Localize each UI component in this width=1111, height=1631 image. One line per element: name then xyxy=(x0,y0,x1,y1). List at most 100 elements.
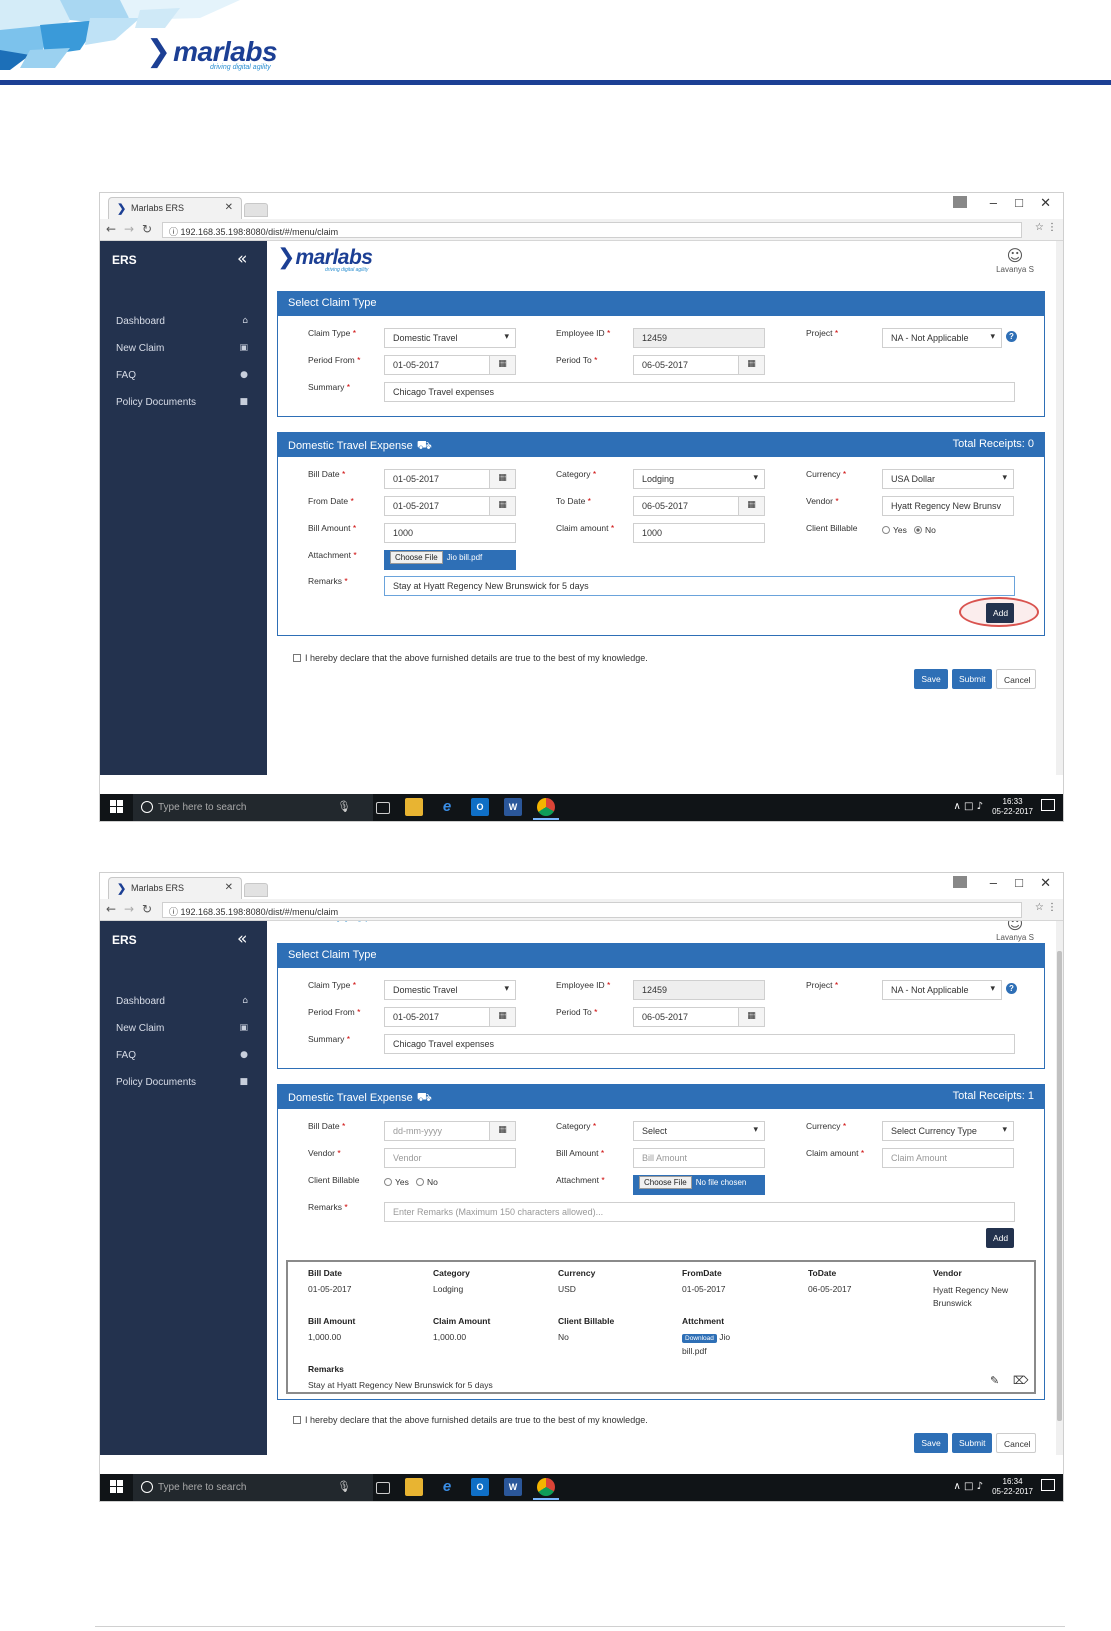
notifications-icon[interactable] xyxy=(1041,799,1055,811)
choose-file-button[interactable]: Choose File xyxy=(639,1176,692,1189)
delete-icon[interactable]: ⌦ xyxy=(1013,1374,1029,1387)
taskbar-search[interactable]: Type here to search 🎙 xyxy=(133,1474,373,1501)
sidebar-item-faq[interactable]: FAQ ● xyxy=(116,1050,256,1064)
claim-type-select[interactable]: Domestic Travel xyxy=(384,980,516,1000)
minimize-icon[interactable]: – xyxy=(990,875,997,890)
period-to-input[interactable]: 06-05-2017 xyxy=(633,1007,739,1027)
reload-icon[interactable]: ↻ xyxy=(142,902,152,916)
period-from-input[interactable]: 01-05-2017 xyxy=(384,355,490,375)
url-input[interactable]: ⓘ 192.168.35.198:8080/dist/#/menu/claim xyxy=(162,222,1022,238)
maximize-icon[interactable]: □ xyxy=(1015,195,1023,210)
forward-icon[interactable]: → xyxy=(124,222,134,236)
calendar-icon[interactable]: ▦ xyxy=(739,496,765,516)
user-profile-icon[interactable] xyxy=(953,196,967,208)
download-button[interactable]: Download xyxy=(682,1334,717,1343)
microphone-icon[interactable]: 🎙 xyxy=(337,800,351,813)
remarks-input[interactable]: Enter Remarks (Maximum 150 characters al… xyxy=(384,1202,1015,1222)
claim-type-select[interactable]: Domestic Travel xyxy=(384,328,516,348)
project-select[interactable]: NA - Not Applicable xyxy=(882,980,1002,1000)
yes-radio[interactable] xyxy=(384,1178,392,1186)
system-tray-icons[interactable]: ∧ □ ♪ xyxy=(953,1481,983,1492)
vendor-input[interactable]: Vendor xyxy=(384,1148,516,1168)
calendar-icon[interactable]: ▦ xyxy=(490,469,516,489)
maximize-icon[interactable]: □ xyxy=(1015,875,1023,890)
browser-tab[interactable]: ❯ Marlabs ERS ✕ xyxy=(108,197,242,219)
outlook-icon[interactable]: O xyxy=(471,1478,489,1496)
currency-select[interactable]: Select Currency Type xyxy=(882,1121,1014,1141)
windows-start-icon[interactable] xyxy=(110,800,124,814)
notifications-icon[interactable] xyxy=(1041,1479,1055,1491)
microphone-icon[interactable]: 🎙 xyxy=(337,1480,351,1493)
save-button[interactable]: Save xyxy=(914,669,948,689)
task-view-icon[interactable] xyxy=(376,802,390,814)
task-view-icon[interactable] xyxy=(376,1482,390,1494)
collapse-sidebar-icon[interactable]: « xyxy=(237,929,247,949)
edge-icon[interactable]: e xyxy=(438,1478,456,1496)
edge-icon[interactable]: e xyxy=(438,798,456,816)
to-date-input[interactable]: 06-05-2017 xyxy=(633,496,739,516)
bill-amount-input[interactable]: Bill Amount xyxy=(633,1148,765,1168)
declaration-checkbox[interactable] xyxy=(293,654,301,662)
user-menu[interactable]: ☺ Lavanya S xyxy=(990,247,1040,275)
currency-select[interactable]: USA Dollar xyxy=(882,469,1014,489)
clock[interactable]: 16:33 05-22-2017 xyxy=(992,797,1033,817)
calendar-icon[interactable]: ▦ xyxy=(739,1007,765,1027)
reload-icon[interactable]: ↻ xyxy=(142,222,152,236)
bill-amount-input[interactable]: 1000 xyxy=(384,523,516,543)
collapse-sidebar-icon[interactable]: « xyxy=(237,249,247,269)
cancel-button[interactable]: Cancel xyxy=(996,1433,1036,1453)
attachment-file-input[interactable]: Choose File No file chosen xyxy=(633,1175,765,1195)
bill-date-input[interactable]: dd-mm-yyyy xyxy=(384,1121,490,1141)
save-button[interactable]: Save xyxy=(914,1433,948,1453)
system-tray-icons[interactable]: ∧ □ ♪ xyxy=(953,801,983,812)
sidebar-item-policy-documents[interactable]: Policy Documents ■ xyxy=(116,397,256,411)
page-scrollbar[interactable] xyxy=(1056,921,1063,1455)
sidebar-item-dashboard[interactable]: Dashboard ⌂ xyxy=(116,996,256,1010)
edit-icon[interactable]: ✎ xyxy=(990,1374,999,1387)
tab-close-icon[interactable]: ✕ xyxy=(225,202,233,213)
browser-tab[interactable]: ❯ Marlabs ERS ✕ xyxy=(108,877,242,899)
minimize-icon[interactable]: – xyxy=(990,195,997,210)
add-button[interactable]: Add xyxy=(986,1228,1014,1248)
declaration-checkbox[interactable] xyxy=(293,1416,301,1424)
chrome-icon[interactable] xyxy=(533,1478,559,1500)
period-from-input[interactable]: 01-05-2017 xyxy=(384,1007,490,1027)
submit-button[interactable]: Submit xyxy=(952,1433,992,1453)
category-select[interactable]: Select xyxy=(633,1121,765,1141)
close-window-icon[interactable]: ✕ xyxy=(1040,195,1051,211)
no-radio[interactable] xyxy=(913,526,922,534)
sidebar-item-new-claim[interactable]: New Claim ▣ xyxy=(116,343,256,357)
scrollbar-thumb[interactable] xyxy=(1057,951,1062,1421)
calendar-icon[interactable]: ▦ xyxy=(739,355,765,375)
remarks-input[interactable]: Stay at Hyatt Regency New Brunswick for … xyxy=(384,576,1015,596)
calendar-icon[interactable]: ▦ xyxy=(490,1121,516,1141)
yes-radio[interactable] xyxy=(882,526,890,534)
project-help-icon[interactable]: ? xyxy=(1006,983,1017,994)
calendar-icon[interactable]: ▦ xyxy=(490,1007,516,1027)
calendar-icon[interactable]: ▦ xyxy=(490,496,516,516)
chrome-icon[interactable] xyxy=(533,798,559,820)
sidebar-item-new-claim[interactable]: New Claim ▣ xyxy=(116,1023,256,1037)
choose-file-button[interactable]: Choose File xyxy=(390,551,443,564)
page-scrollbar[interactable] xyxy=(1056,241,1063,775)
back-icon[interactable]: ← xyxy=(106,902,116,916)
windows-start-icon[interactable] xyxy=(110,1480,124,1494)
attachment-file-input[interactable]: Choose File Jio bill.pdf xyxy=(384,550,516,570)
taskbar-search[interactable]: Type here to search 🎙 xyxy=(133,794,373,821)
sidebar-item-faq[interactable]: FAQ ● xyxy=(116,370,256,384)
tab-close-icon[interactable]: ✕ xyxy=(225,882,233,893)
project-select[interactable]: NA - Not Applicable xyxy=(882,328,1002,348)
user-profile-icon[interactable] xyxy=(953,876,967,888)
bookmark-star-icon[interactable]: ☆ ⋮ xyxy=(1035,222,1057,233)
bookmark-star-icon[interactable]: ☆ ⋮ xyxy=(1035,902,1057,913)
bill-date-input[interactable]: 01-05-2017 xyxy=(384,469,490,489)
claim-amount-input[interactable]: 1000 xyxy=(633,523,765,543)
vendor-input[interactable]: Hyatt Regency New Brunsv xyxy=(882,496,1014,516)
sidebar-item-dashboard[interactable]: Dashboard ⌂ xyxy=(116,316,256,330)
summary-input[interactable]: Chicago Travel expenses xyxy=(384,1034,1015,1054)
back-icon[interactable]: ← xyxy=(106,222,116,236)
category-select[interactable]: Lodging xyxy=(633,469,765,489)
forward-icon[interactable]: → xyxy=(124,902,134,916)
claim-amount-input[interactable]: Claim Amount xyxy=(882,1148,1014,1168)
project-help-icon[interactable]: ? xyxy=(1006,331,1017,342)
